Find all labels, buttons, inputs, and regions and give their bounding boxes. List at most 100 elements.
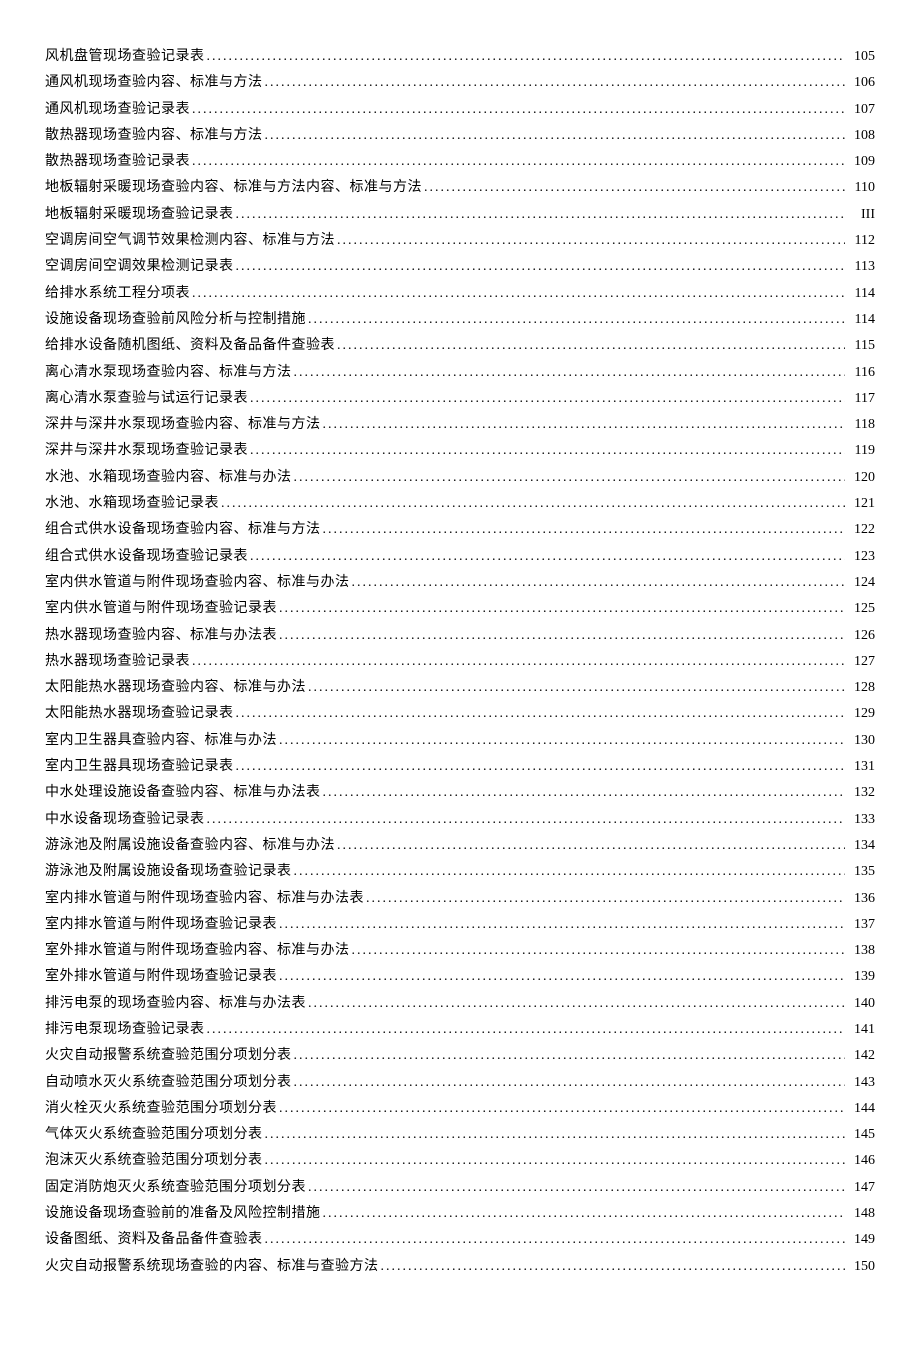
toc-entry[interactable]: 火灾自动报警系统查验范围分项划分表142 xyxy=(45,1049,875,1063)
toc-entry-page: 134 xyxy=(847,839,875,853)
toc-entry-page: 135 xyxy=(847,865,875,879)
toc-entry-page: 106 xyxy=(847,76,875,90)
toc-entry-title: 给排水系统工程分项表 xyxy=(45,287,190,301)
toc-dot-leader xyxy=(308,997,845,1011)
toc-entry[interactable]: 深井与深井水泵现场查验内容、标准与方法118 xyxy=(45,418,875,432)
toc-entry[interactable]: 中水处理设施设备查验内容、标准与办法表 132 xyxy=(45,786,875,800)
toc-entry[interactable]: 室内排水管道与附件现场查验内容、标准与办法表136 xyxy=(45,892,875,906)
toc-entry[interactable]: 组合式供水设备现场查验内容、标准与方法 122 xyxy=(45,523,875,537)
toc-entry[interactable]: 室内供水管道与附件现场查验内容、标准与办法124 xyxy=(45,576,875,590)
toc-entry[interactable]: 自动喷水灭火系统查验范围分项划分表143 xyxy=(45,1076,875,1090)
toc-entry-title: 中水处理设施设备查验内容、标准与办法表 xyxy=(45,786,321,800)
toc-entry[interactable]: 通风机现场查验内容、标准与方法106 xyxy=(45,76,875,90)
toc-entry-title: 组合式供水设备现场查验记录表 xyxy=(45,550,248,564)
toc-entry[interactable]: 室外排水管道与附件现场查验记录表139 xyxy=(45,970,875,984)
toc-dot-leader xyxy=(294,1076,846,1090)
toc-entry[interactable]: 地板辐射采暖现场查验内容、标准与方法内容、标准与方法110 xyxy=(45,181,875,195)
toc-entry[interactable]: 水池、水箱现场查验记录表121 xyxy=(45,497,875,511)
toc-entry-page: 140 xyxy=(847,997,875,1011)
toc-dot-leader xyxy=(294,366,846,380)
toc-dot-leader xyxy=(308,1181,845,1195)
toc-entry-title: 室外排水管道与附件现场查验记录表 xyxy=(45,970,277,984)
toc-entry-title: 固定消防炮灭火系统查验范围分项划分表 xyxy=(45,1181,306,1195)
toc-entry-page: 130 xyxy=(847,734,875,748)
toc-entry[interactable]: 散热器现场查验内容、标准与方法108 xyxy=(45,129,875,143)
toc-entry-title: 排污电泵的现场查验内容、标准与办法表 xyxy=(45,997,306,1011)
toc-entry-page: 138 xyxy=(847,944,875,958)
toc-entry-page: 127 xyxy=(847,655,875,669)
toc-entry-title: 室内供水管道与附件现场查验内容、标准与办法 xyxy=(45,576,350,590)
toc-dot-leader xyxy=(424,181,845,195)
toc-entry-page: 107 xyxy=(847,103,875,117)
toc-entry[interactable]: 热水器现场查验内容、标准与办法表126 xyxy=(45,629,875,643)
toc-entry-page: 110 xyxy=(847,181,875,195)
toc-entry[interactable]: 空调房间空气调节效果检测内容、标准与方法112 xyxy=(45,234,875,248)
toc-entry[interactable]: 室外排水管道与附件现场查验内容、标准与办法 138 xyxy=(45,944,875,958)
toc-entry-title: 自动喷水灭火系统查验范围分项划分表 xyxy=(45,1076,292,1090)
toc-entry-title: 室内卫生器具现场查验记录表 xyxy=(45,760,234,774)
toc-entry[interactable]: 室内卫生器具现场查验记录表131 xyxy=(45,760,875,774)
toc-dot-leader xyxy=(279,1102,845,1116)
toc-entry[interactable]: 室内排水管道与附件现场查验记录表137 xyxy=(45,918,875,932)
toc-entry[interactable]: 组合式供水设备现场查验记录表123 xyxy=(45,550,875,564)
toc-entry-page: 116 xyxy=(847,366,875,380)
toc-entry-title: 室内排水管道与附件现场查验记录表 xyxy=(45,918,277,932)
toc-entry[interactable]: 设施设备现场查验前风险分析与控制措施114 xyxy=(45,313,875,327)
toc-entry-page: 141 xyxy=(847,1023,875,1037)
toc-entry[interactable]: 气体灭火系统查验范围分项划分表145 xyxy=(45,1128,875,1142)
toc-entry-title: 设备图纸、资料及备品备件查验表 xyxy=(45,1233,263,1247)
toc-dot-leader xyxy=(250,550,845,564)
toc-entry[interactable]: 游泳池及附属设施设备现场查验记录表135 xyxy=(45,865,875,879)
toc-entry-title: 气体灭火系统查验范围分项划分表 xyxy=(45,1128,263,1142)
toc-entry[interactable]: 深井与深井水泵现场查验记录表119 xyxy=(45,444,875,458)
toc-entry[interactable]: 排污电泵现场查验记录表141 xyxy=(45,1023,875,1037)
toc-entry[interactable]: 固定消防炮灭火系统查验范围分项划分表147 xyxy=(45,1181,875,1195)
toc-dot-leader xyxy=(337,234,845,248)
toc-entry-title: 室内排水管道与附件现场查验内容、标准与办法表 xyxy=(45,892,364,906)
toc-entry[interactable]: 风机盘管现场查验记录表105 xyxy=(45,50,875,64)
toc-entry[interactable]: 空调房间空调效果检测记录表113 xyxy=(45,260,875,274)
toc-dot-leader xyxy=(279,629,845,643)
toc-entry[interactable]: 太阳能热水器现场查验记录表129 xyxy=(45,707,875,721)
toc-dot-leader xyxy=(192,155,845,169)
toc-entry-page: 129 xyxy=(847,707,875,721)
toc-entry-page: 132 xyxy=(847,786,875,800)
toc-entry-page: 128 xyxy=(847,681,875,695)
toc-entry[interactable]: 给排水设备随机图纸、资料及备品备件查验表115 xyxy=(45,339,875,353)
toc-list: 风机盘管现场查验记录表105 通风机现场查验内容、标准与方法106 通风机现场查验记… xyxy=(45,50,875,1274)
toc-entry[interactable]: 给排水系统工程分项表114 xyxy=(45,287,875,301)
toc-entry[interactable]: 设备图纸、资料及备品备件查验表 149 xyxy=(45,1233,875,1247)
toc-entry-page: 115 xyxy=(847,339,875,353)
toc-entry[interactable]: 设施设备现场查验前的准备及风险控制措施148 xyxy=(45,1207,875,1221)
toc-dot-leader xyxy=(279,734,845,748)
toc-entry[interactable]: 室内卫生器具查验内容、标准与办法130 xyxy=(45,734,875,748)
toc-dot-leader xyxy=(279,918,845,932)
toc-entry-title: 水池、水箱现场查验记录表 xyxy=(45,497,219,511)
toc-entry-title: 组合式供水设备现场查验内容、标准与方法 xyxy=(45,523,321,537)
toc-entry-title: 火灾自动报警系统查验范围分项划分表 xyxy=(45,1049,292,1063)
toc-entry-title: 室外排水管道与附件现场查验内容、标准与办法 xyxy=(45,944,350,958)
toc-entry[interactable]: 泡沫灭火系统查验范围分项划分表146 xyxy=(45,1154,875,1168)
toc-entry-page: 114 xyxy=(847,313,875,327)
toc-entry-page: 105 xyxy=(847,50,875,64)
toc-dot-leader xyxy=(192,655,845,669)
toc-entry[interactable]: 热水器现场查验记录表 127 xyxy=(45,655,875,669)
toc-entry[interactable]: 离心清水泵查验与试运行记录表117 xyxy=(45,392,875,406)
toc-entry[interactable]: 水池、水箱现场查验内容、标准与办法120 xyxy=(45,471,875,485)
toc-entry-page: 122 xyxy=(847,523,875,537)
toc-entry[interactable]: 地板辐射采暖现场查验记录表III xyxy=(45,208,875,222)
toc-entry[interactable]: 室内供水管道与附件现场查验记录表125 xyxy=(45,602,875,616)
toc-entry[interactable]: 散热器现场查验记录表109 xyxy=(45,155,875,169)
toc-entry[interactable]: 太阳能热水器现场查验内容、标准与办法128 xyxy=(45,681,875,695)
toc-entry-page: 117 xyxy=(847,392,875,406)
toc-entry-page: 149 xyxy=(847,1233,875,1247)
toc-entry[interactable]: 消火栓灭火系统查验范围分项划分表144 xyxy=(45,1102,875,1116)
toc-entry-title: 热水器现场查验内容、标准与办法表 xyxy=(45,629,277,643)
toc-entry[interactable]: 离心清水泵现场查验内容、标准与方法116 xyxy=(45,366,875,380)
toc-entry-title: 热水器现场查验记录表 xyxy=(45,655,190,669)
toc-entry[interactable]: 排污电泵的现场查验内容、标准与办法表 140 xyxy=(45,997,875,1011)
toc-entry[interactable]: 通风机现场查验记录表107 xyxy=(45,103,875,117)
toc-entry[interactable]: 中水设备现场查验记录表133 xyxy=(45,813,875,827)
toc-entry[interactable]: 火灾自动报警系统现场查验的内容、标准与查验方法150 xyxy=(45,1260,875,1274)
toc-entry[interactable]: 游泳池及附属设施设备查验内容、标准与办法134 xyxy=(45,839,875,853)
